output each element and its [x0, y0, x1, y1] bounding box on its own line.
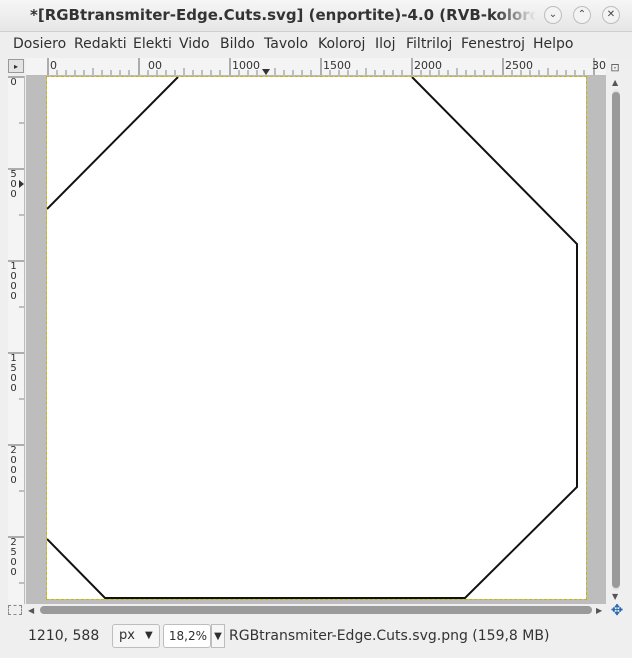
v-ruler-label: 1 0 0 0	[10, 261, 17, 302]
title-bar: *[RGBtransmiter-Edge.Cuts.svg] (enportit…	[0, 0, 632, 32]
minimize-button[interactable]: ⌄	[544, 6, 562, 24]
v-ruler-label: 0	[10, 77, 17, 88]
menu-select[interactable]: Elekti	[133, 36, 172, 52]
menu-layer[interactable]: Tavolo	[264, 36, 308, 52]
zoom-input[interactable]: 18,2%	[163, 624, 211, 648]
scroll-right-icon[interactable]: ▶	[596, 606, 602, 615]
menu-file[interactable]: Dosiero	[13, 36, 66, 52]
zoom-dropdown-button[interactable]: ▼	[211, 624, 225, 648]
vertical-ruler[interactable]: 0 5 0 0 1 0 0 0 1 5 0 0 2 0 0 0 2 5 0 0	[8, 76, 25, 604]
pointer-coordinates: 1210, 588	[28, 628, 100, 644]
status-message: RGBtransmiter-Edge.Cuts.svg.png (159,8 M…	[229, 628, 550, 644]
v-ruler-label: 5 0 0	[10, 169, 17, 200]
vertical-scrollbar[interactable]: ▲ ▼	[609, 76, 623, 604]
menu-edit[interactable]: Redakti	[74, 36, 127, 52]
unit-value: px	[119, 628, 135, 643]
close-button[interactable]: ✕	[602, 6, 620, 24]
v-ruler-label: 2 5 0 0	[10, 537, 17, 578]
zoom-fit-icon[interactable]: ⊡	[608, 60, 622, 74]
navigate-icon[interactable]: ✥	[609, 601, 625, 619]
scroll-down-icon[interactable]: ▼	[612, 592, 618, 601]
horizontal-scroll-thumb[interactable]	[40, 606, 592, 614]
scroll-up-icon[interactable]: ▲	[612, 78, 618, 87]
h-ruler-label: 00	[148, 59, 162, 72]
vertical-ruler-ticks	[8, 76, 24, 584]
h-ruler-label: 1000	[232, 59, 260, 72]
canvas-area[interactable]	[26, 76, 606, 604]
menu-help[interactable]: Helpo	[533, 36, 573, 52]
status-bar: 1210, 588 px ▼ 18,2% ▼ RGBtransmiter-Edg…	[0, 620, 632, 658]
menu-view[interactable]: Vido	[179, 36, 210, 52]
h-ruler-label: 2500	[505, 59, 533, 72]
menu-image[interactable]: Bildo	[220, 36, 255, 52]
image-canvas[interactable]	[46, 76, 587, 600]
v-ruler-label: 1 5 0 0	[10, 353, 17, 394]
v-ruler-label: 2 0 0 0	[10, 445, 17, 486]
h-ruler-label: 0	[50, 59, 57, 72]
menu-colors[interactable]: Koloroj	[318, 36, 365, 52]
horizontal-scrollbar[interactable]: ◀ ▶	[26, 604, 606, 616]
window-title: *[RGBtransmiter-Edge.Cuts.svg] (enportit…	[30, 6, 536, 24]
vertical-scroll-thumb[interactable]	[612, 92, 620, 588]
menu-tools[interactable]: Iloj	[375, 36, 395, 52]
quick-mask-icon[interactable]	[8, 605, 22, 615]
ruler-menu-icon[interactable]: ▸	[8, 59, 24, 73]
menu-bar: Dosiero Redakti Elekti Vido Bildo Tavolo…	[0, 32, 632, 58]
horizontal-ruler-ticks: 0 00 1000 1500 2000 2500 30	[47, 58, 606, 75]
scroll-left-icon[interactable]: ◀	[28, 606, 34, 615]
menu-windows[interactable]: Fenestroj	[461, 36, 525, 52]
edge-cuts-outline	[47, 77, 578, 599]
maximize-button[interactable]: ⌃	[573, 6, 591, 24]
zoom-value: 18,2%	[168, 629, 207, 643]
unit-select[interactable]: px ▼	[112, 624, 160, 648]
h-ruler-label: 2000	[414, 59, 442, 72]
menu-filters[interactable]: Filtriloj	[406, 36, 452, 52]
h-ruler-label: 30	[592, 59, 606, 72]
h-ruler-label: 1500	[323, 59, 351, 72]
horizontal-ruler[interactable]: 0 00 1000 1500 2000 2500 30	[26, 58, 606, 76]
chevron-down-icon: ▼	[145, 630, 153, 641]
